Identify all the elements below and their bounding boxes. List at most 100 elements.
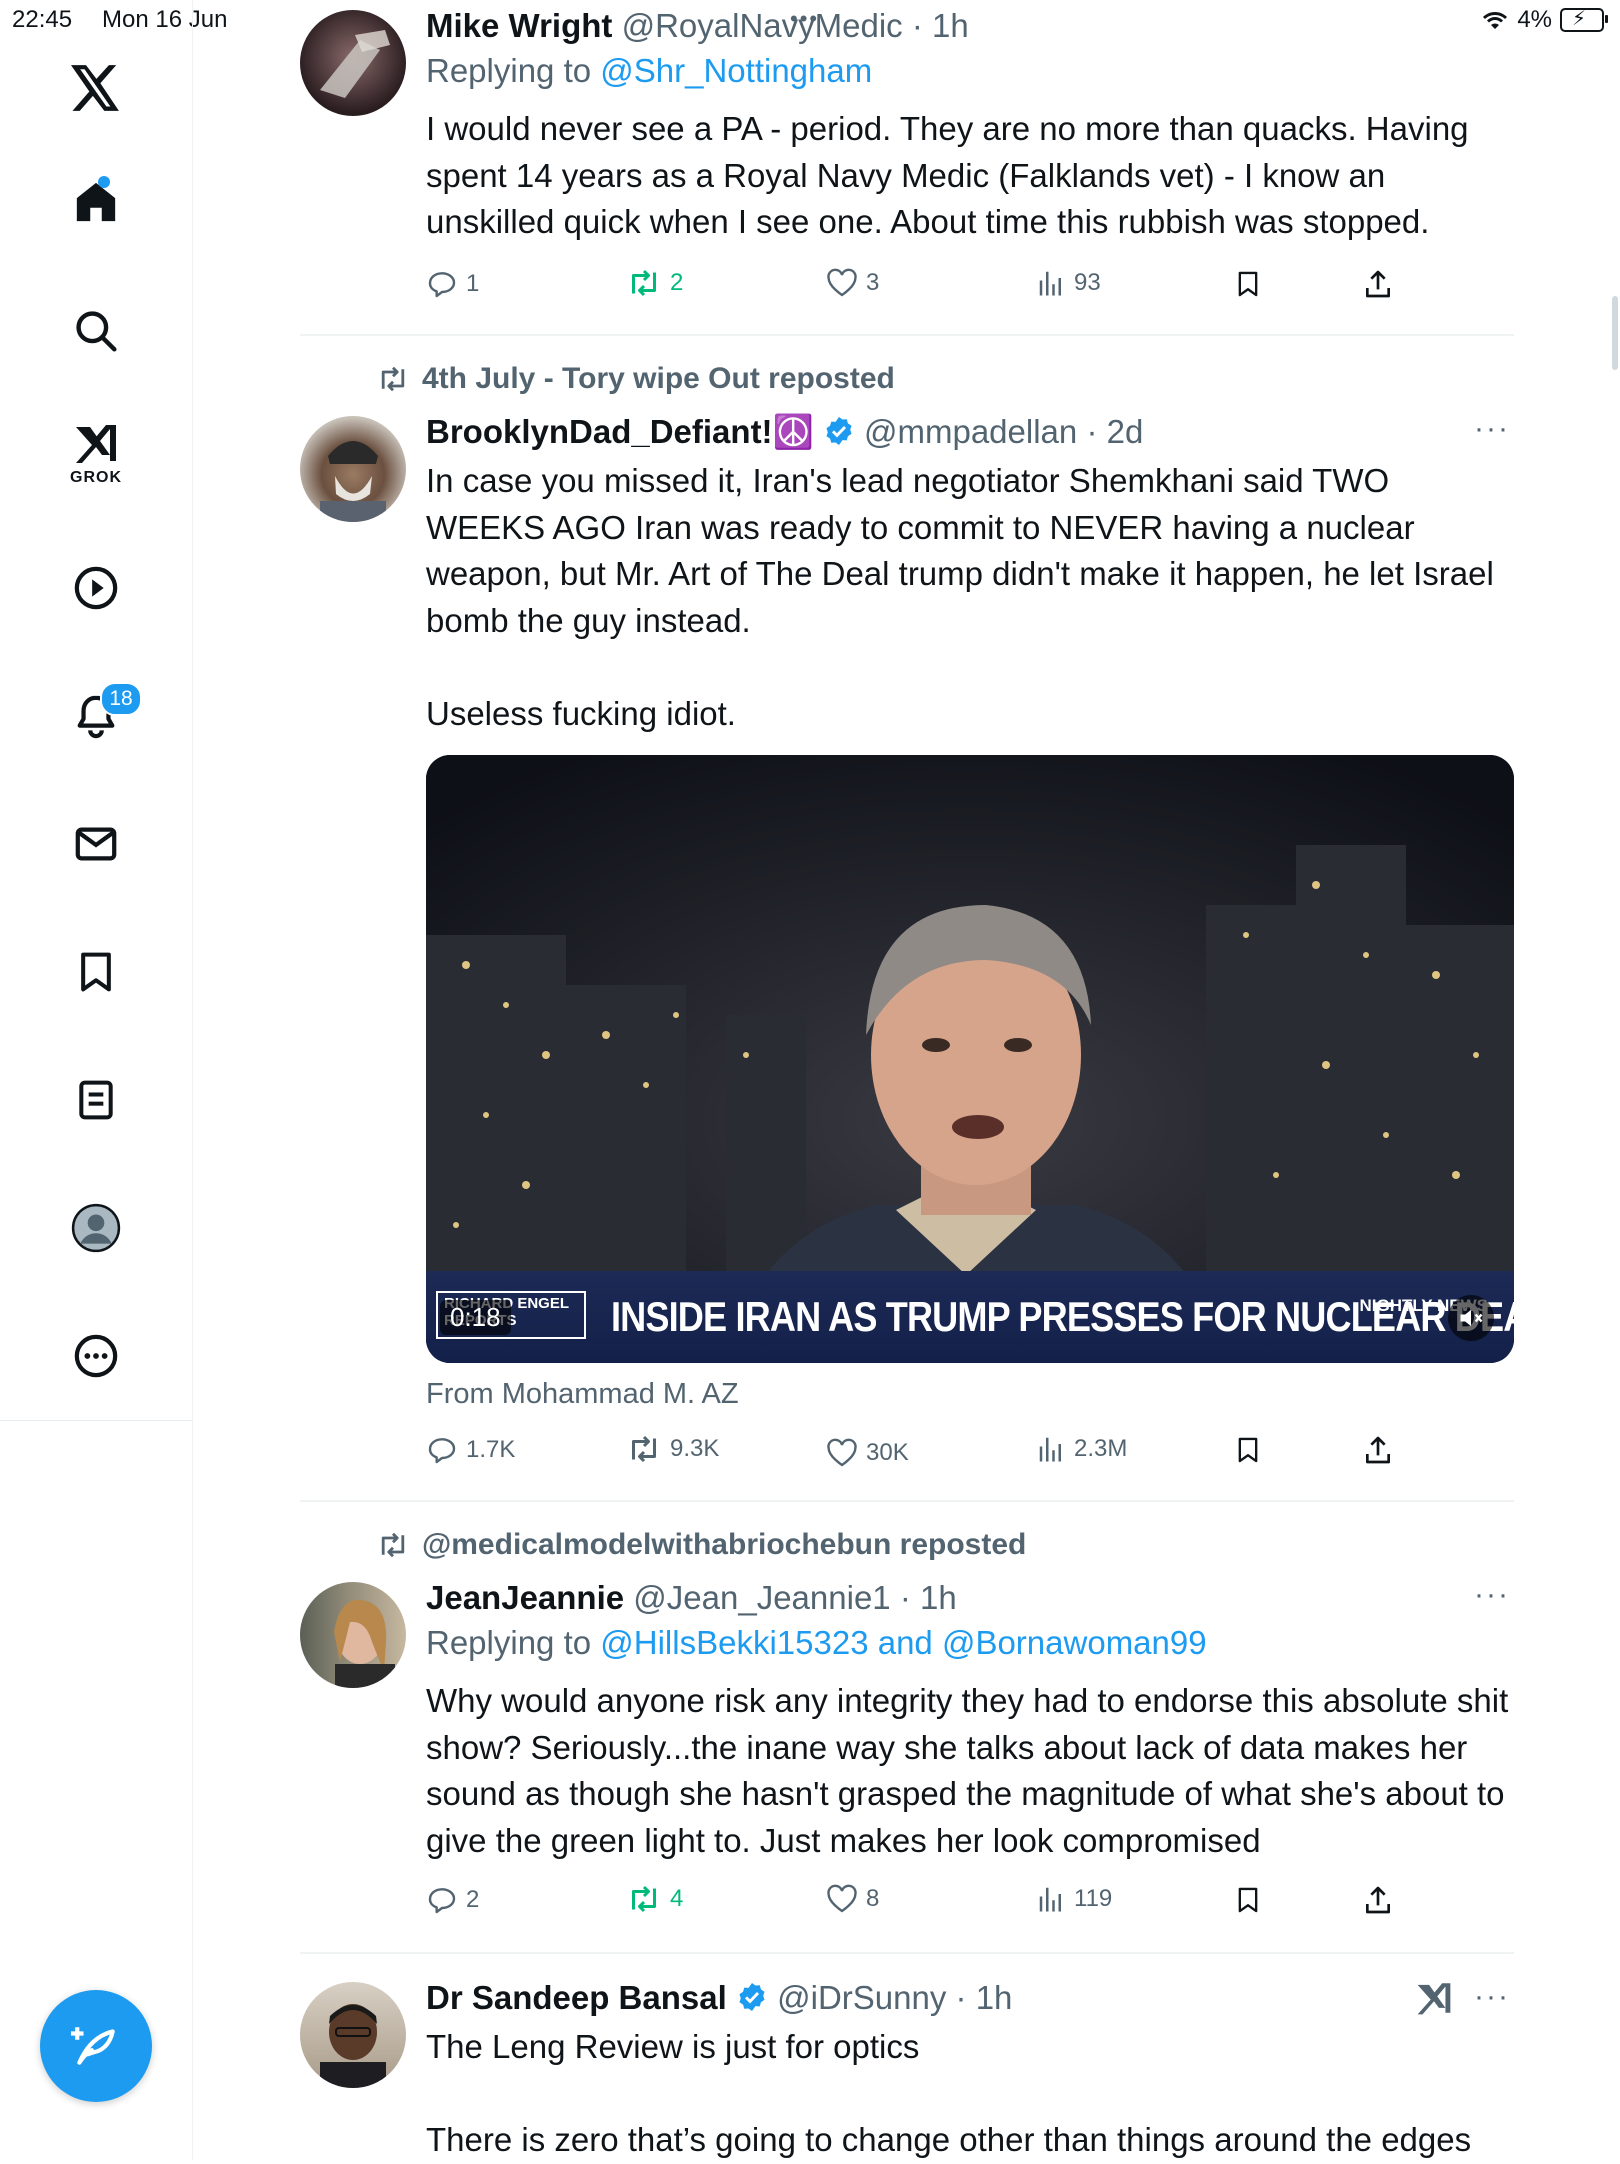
share-button[interactable] [1362,1434,1394,1466]
tweet-actions: 1.7K 9.3K 30K 2.3M [426,1434,1426,1474]
replying-to-link[interactable]: @Shr_Nottingham [600,52,872,89]
views-count: 2.3M [1074,1435,1128,1462]
repost-icon [632,269,656,297]
avatar[interactable] [300,416,406,522]
repost-button[interactable]: 4 [626,1884,683,1914]
avatar[interactable] [300,1982,406,2088]
profile-avatar-icon[interactable] [56,1188,136,1268]
replying-to: Replying to @Shr_Nottingham [426,48,1514,94]
tweet-header: Dr Sandeep Bansal @iDrSunny · 1h [426,1976,1514,2020]
home-unread-dot [98,176,110,188]
tweet-text: The Leng Review is just for optics There… [426,2028,1472,2158]
repost-button[interactable]: 2 [626,268,683,298]
author-handle[interactable]: @iDrSunny [777,1979,946,2016]
sidebar-divider [0,1420,192,1421]
author-handle[interactable]: @mmpadellan [864,413,1077,450]
views-button[interactable]: 2.3M [1036,1434,1127,1464]
like-count: 3 [866,269,880,296]
video-player[interactable]: RICHARD ENGEL REPORTS INSIDE IRAN AS TRU… [426,755,1514,1363]
grok-label: GROK [70,469,122,486]
notifications-icon[interactable]: 18 [56,676,142,756]
verified-badge-icon [739,1983,765,2011]
lists-icon[interactable] [56,1060,136,1140]
more-options-button[interactable]: ··· [1474,412,1510,446]
compose-post-button[interactable] [40,1990,152,2102]
reply-icon [428,1888,456,1914]
author-handle[interactable]: @RoyalNavyMedic [622,7,903,44]
views-count: 119 [1074,1885,1113,1912]
x-logo-icon[interactable] [56,48,136,128]
share-button[interactable] [1362,1884,1394,1916]
replying-prefix: Replying to [426,52,601,89]
reposted-by: 4th July - Tory wipe Out reposted [422,362,895,395]
like-button[interactable]: 8 [826,1884,879,1914]
author-name[interactable]: Mike Wright [426,7,612,44]
scrollbar[interactable] [1612,296,1618,370]
more-options-icon[interactable] [56,1316,136,1396]
grok-explain-icon[interactable] [1414,1980,1454,2021]
bookmark-icon [1238,1437,1258,1463]
post-time[interactable]: · 1h [900,1579,957,1616]
views-button[interactable]: 119 [1036,1884,1112,1914]
post-time[interactable]: · 1h [956,1979,1013,2016]
grok-icon[interactable]: GROK [56,412,136,492]
search-icon[interactable] [56,291,136,371]
bookmark-button[interactable] [1234,268,1262,300]
repost-icon [632,1885,656,1913]
reply-count: 2 [466,1886,480,1913]
tweet-divider [300,1952,1514,1954]
replying-to-link[interactable]: @HillsBekki15323 and @Bornawoman99 [600,1624,1206,1661]
replying-prefix: Replying to [426,1624,601,1661]
media-source[interactable]: From Mohammad M. AZ [426,1378,739,1411]
tweet-text: In case you missed it, Iran's lead negot… [426,462,1494,732]
views-icon [1039,1887,1061,1912]
bookmarks-icon[interactable] [56,932,136,1012]
views-button[interactable]: 93 [1036,268,1101,298]
video-lower-third: RICHARD ENGEL REPORTS INSIDE IRAN AS TRU… [426,1271,1514,1363]
repost-button[interactable]: 9.3K [626,1434,719,1464]
repost-indicator[interactable]: @medicalmodelwithabriochebun reposted [376,1528,1026,1562]
author-handle[interactable]: @Jean_Jeannie1 [633,1579,890,1616]
bookmark-button[interactable] [1234,1434,1262,1466]
battery-icon: ⚡ [1560,8,1608,32]
reply-button[interactable]: 1 [426,268,479,300]
mute-button[interactable] [1448,1295,1494,1341]
share-button[interactable] [1362,268,1394,300]
tweet-divider [300,334,1514,336]
reply-icon [428,272,456,298]
more-options-button[interactable]: ··· [1474,1578,1510,1612]
reply-button[interactable]: 2 [426,1884,479,1916]
repost-icon [632,1435,656,1463]
like-count: 30K [866,1439,909,1466]
repost-indicator[interactable]: 4th July - Tory wipe Out reposted [376,362,895,396]
bookmark-icon [1238,271,1258,297]
home-icon[interactable] [56,162,136,242]
heart-icon [827,1884,857,1913]
more-options-button[interactable]: ··· [1474,1980,1510,2014]
messages-icon[interactable] [56,804,136,884]
tweet-header: JeanJeannie @Jean_Jeannie1 · 1h [426,1576,1514,1620]
tweet-actions: 1 2 3 93 [426,268,1426,308]
tweet-header: Mike Wright @RoyalNavyMedic · 1h [426,4,1514,48]
post-time[interactable]: · 2d [1086,413,1143,450]
avatar[interactable] [300,10,406,116]
author-name[interactable]: Dr Sandeep Bansal [426,1979,727,2016]
avatar[interactable] [300,1582,406,1688]
author-name[interactable]: JeanJeannie [426,1579,624,1616]
like-count: 8 [866,1885,880,1912]
share-icon [1366,1436,1390,1464]
author-name[interactable]: BrooklynDad_Defiant! [426,413,773,450]
video-icon[interactable] [56,548,136,628]
video-timer: 0:18 [440,1300,511,1335]
heart-icon [827,268,857,297]
like-button[interactable]: 30K [826,1438,909,1468]
battery-percent: 4% [1517,6,1552,33]
tweet-actions: 2 4 8 119 [426,1884,1426,1924]
post-time[interactable]: · 1h [912,7,969,44]
repost-count: 4 [670,1885,684,1912]
reply-button[interactable]: 1.7K [426,1434,515,1466]
like-button[interactable]: 3 [826,268,879,298]
verified-badge-icon [826,417,852,445]
bookmark-button[interactable] [1234,1884,1262,1916]
views-icon [1039,271,1061,296]
